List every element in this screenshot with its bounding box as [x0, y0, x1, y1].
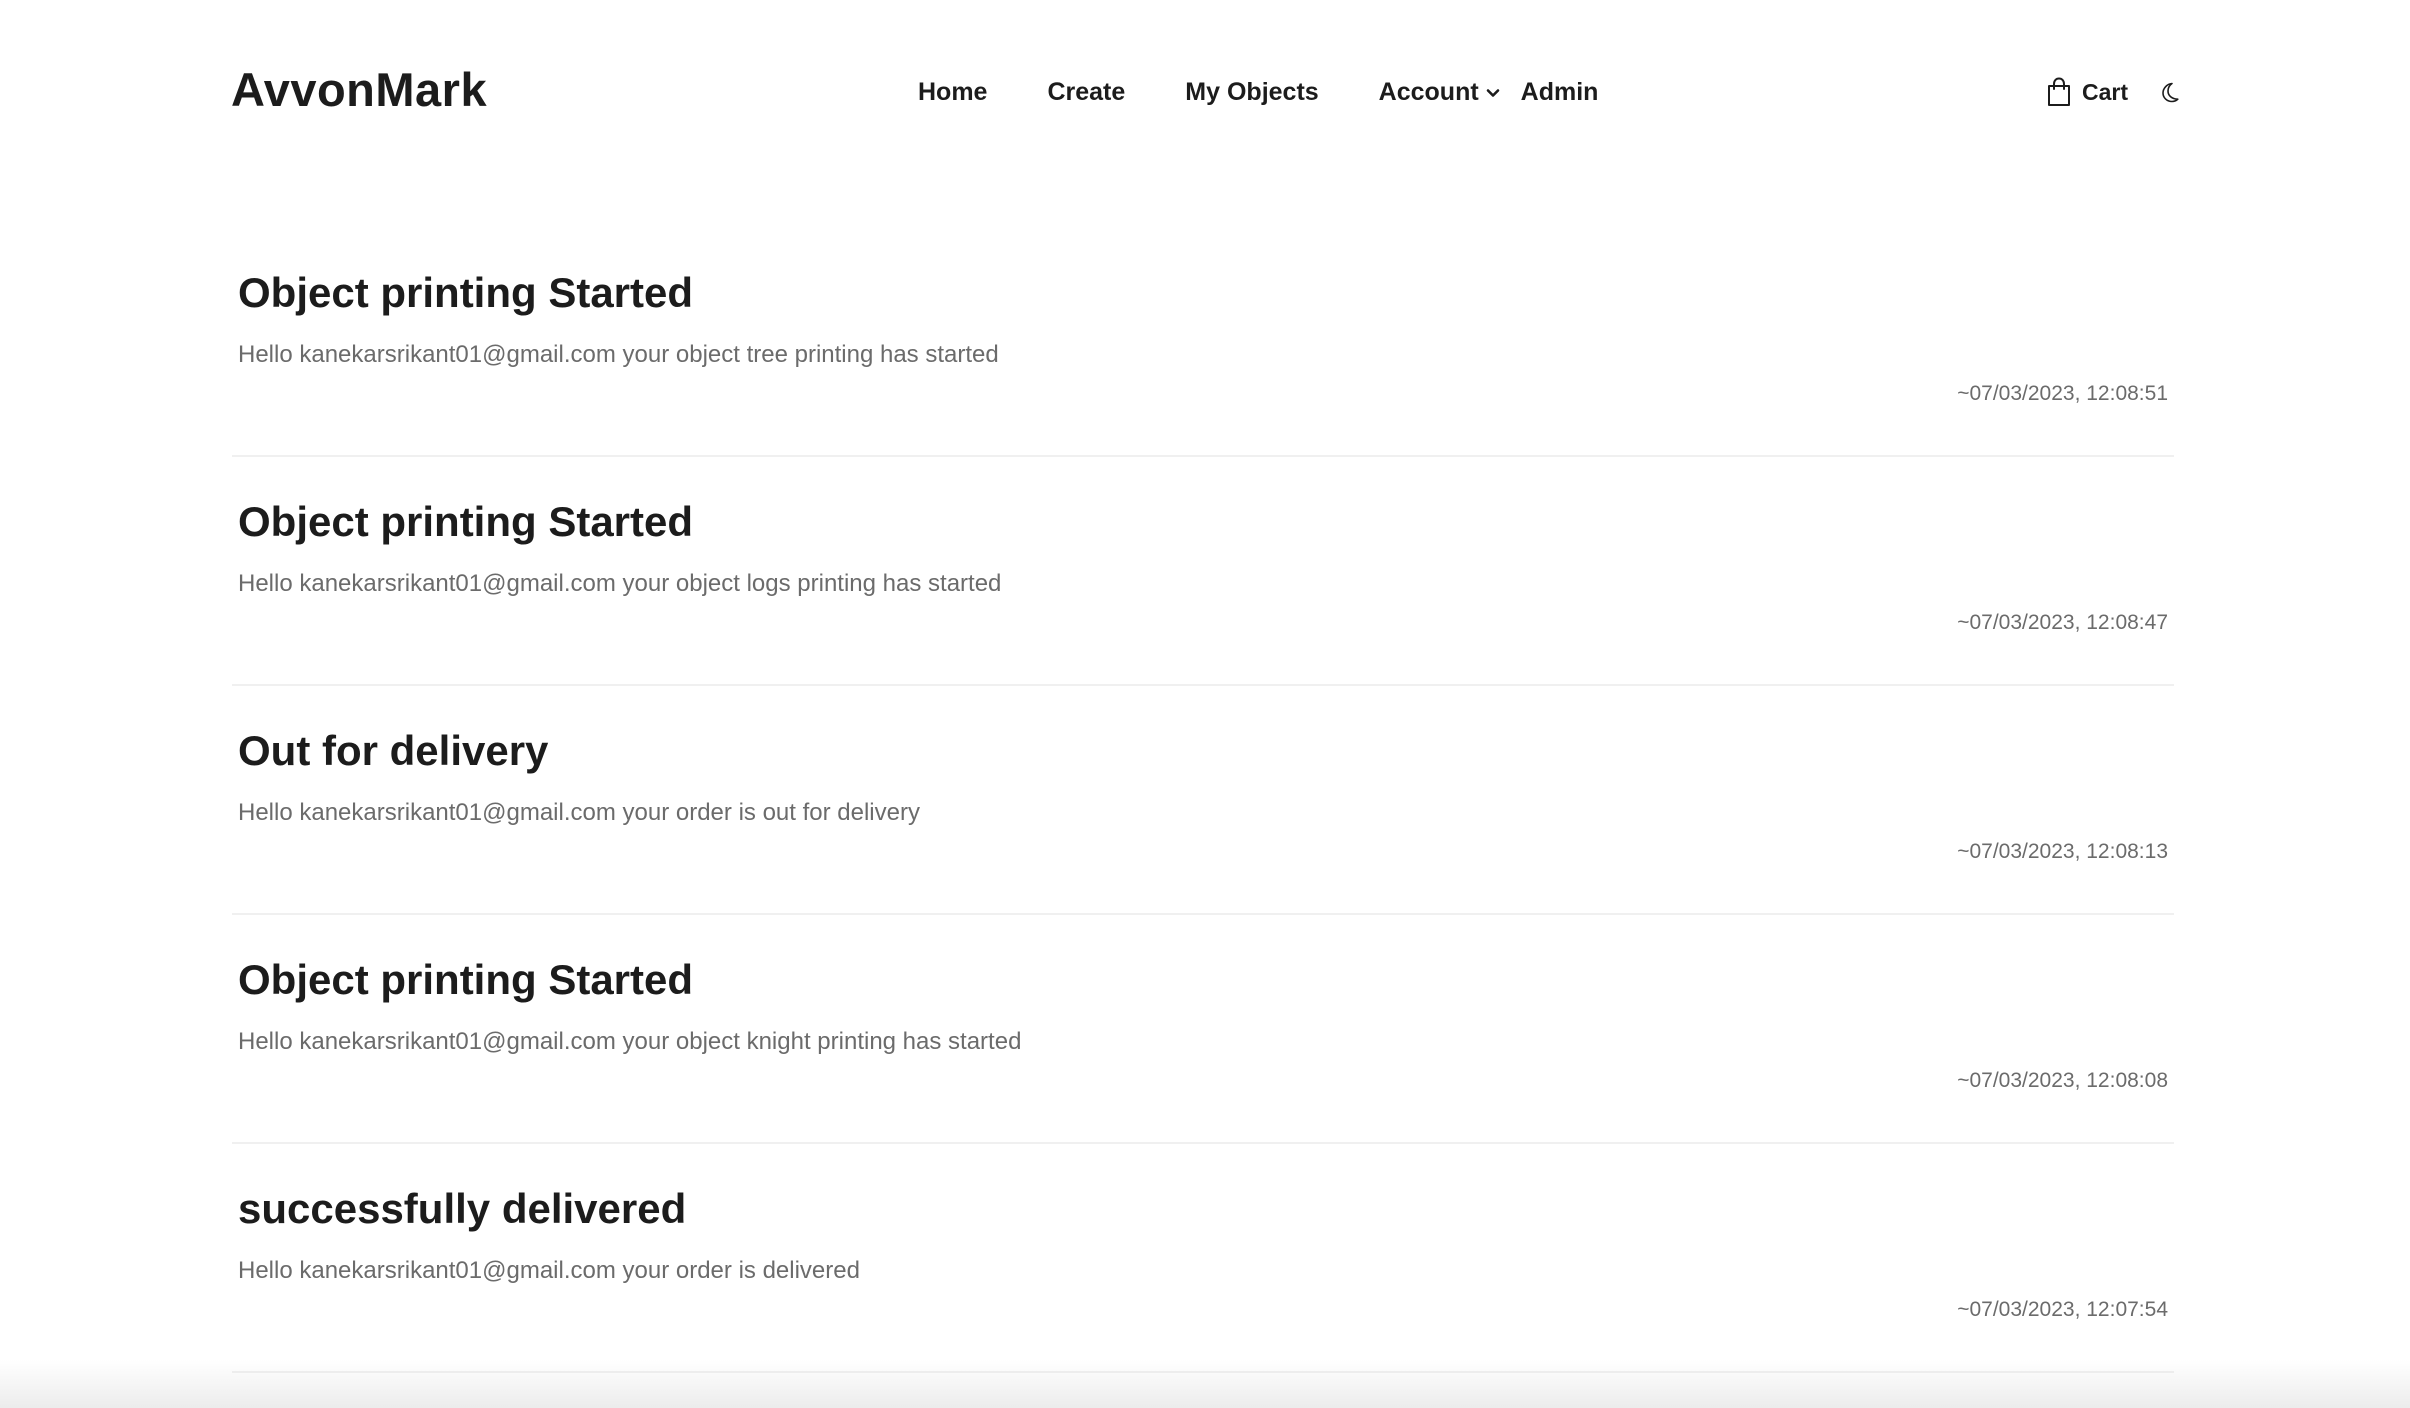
- notification-title: Object printing Started: [238, 498, 694, 545]
- brand-logo[interactable]: AvvonMark: [231, 62, 487, 118]
- notification-timestamp: ~07/03/2023, 12:07:54: [1957, 1298, 2168, 1321]
- notification-timestamp: ~07/03/2023, 12:08:08: [1957, 1069, 2168, 1092]
- nav-item-admin[interactable]: Admin: [1521, 74, 1599, 110]
- notification-title: Object printing Started: [238, 956, 694, 1003]
- notification-item: Object printing Started Hello kanekarsri…: [232, 457, 2174, 686]
- header-tools: Cart: [2046, 72, 2180, 112]
- nav-item-my-objects[interactable]: My Objects: [1185, 74, 1318, 110]
- notification-item: successfully delivered Hello kanekarsrik…: [232, 1144, 2174, 1373]
- notification-timestamp: ~07/03/2023, 12:08:51: [1957, 382, 2168, 405]
- notification-timestamp: ~07/03/2023, 12:08:47: [1957, 611, 2168, 634]
- notification-item: Object printing Started Hello kanekarsri…: [232, 228, 2174, 457]
- notification-message: Hello kanekarsrikant01@gmail.com your ob…: [238, 570, 1002, 597]
- top-navbar: AvvonMark Home Create My Objects Account…: [0, 0, 2410, 184]
- nav-item-create[interactable]: Create: [1047, 74, 1125, 110]
- notification-title: Object printing Started: [238, 269, 694, 316]
- notification-message: Hello kanekarsrikant01@gmail.com your ob…: [238, 341, 999, 368]
- notification-title: successfully delivered: [238, 1185, 687, 1232]
- notification-item: Out for delivery Hello kanekarsrikant01@…: [232, 686, 2174, 915]
- nav-item-home[interactable]: Home: [918, 74, 987, 110]
- cart-button[interactable]: Cart: [2046, 77, 2128, 107]
- notification-item: Object printing Started Hello kanekarsri…: [232, 915, 2174, 1144]
- notification-message: Hello kanekarsrikant01@gmail.com your or…: [238, 1257, 860, 1284]
- notification-title: Out for delivery: [238, 727, 549, 774]
- cart-label: Cart: [2082, 79, 2129, 105]
- nav-item-account[interactable]: Account: [1379, 74, 1501, 110]
- notification-list: Object printing Started Hello kanekarsri…: [232, 228, 2174, 1373]
- notification-message: Hello kanekarsrikant01@gmail.com your or…: [238, 799, 920, 826]
- main-nav: Home Create My Objects Account Admin: [918, 74, 1598, 110]
- moon-icon[interactable]: [2158, 81, 2180, 103]
- notification-timestamp: ~07/03/2023, 12:08:13: [1957, 840, 2168, 863]
- shopping-bag-icon: [2048, 77, 2070, 106]
- nav-item-account-label: Account: [1378, 78, 1479, 106]
- notification-message: Hello kanekarsrikant01@gmail.com your ob…: [238, 1028, 1022, 1055]
- chevron-down-icon: [1486, 89, 1499, 97]
